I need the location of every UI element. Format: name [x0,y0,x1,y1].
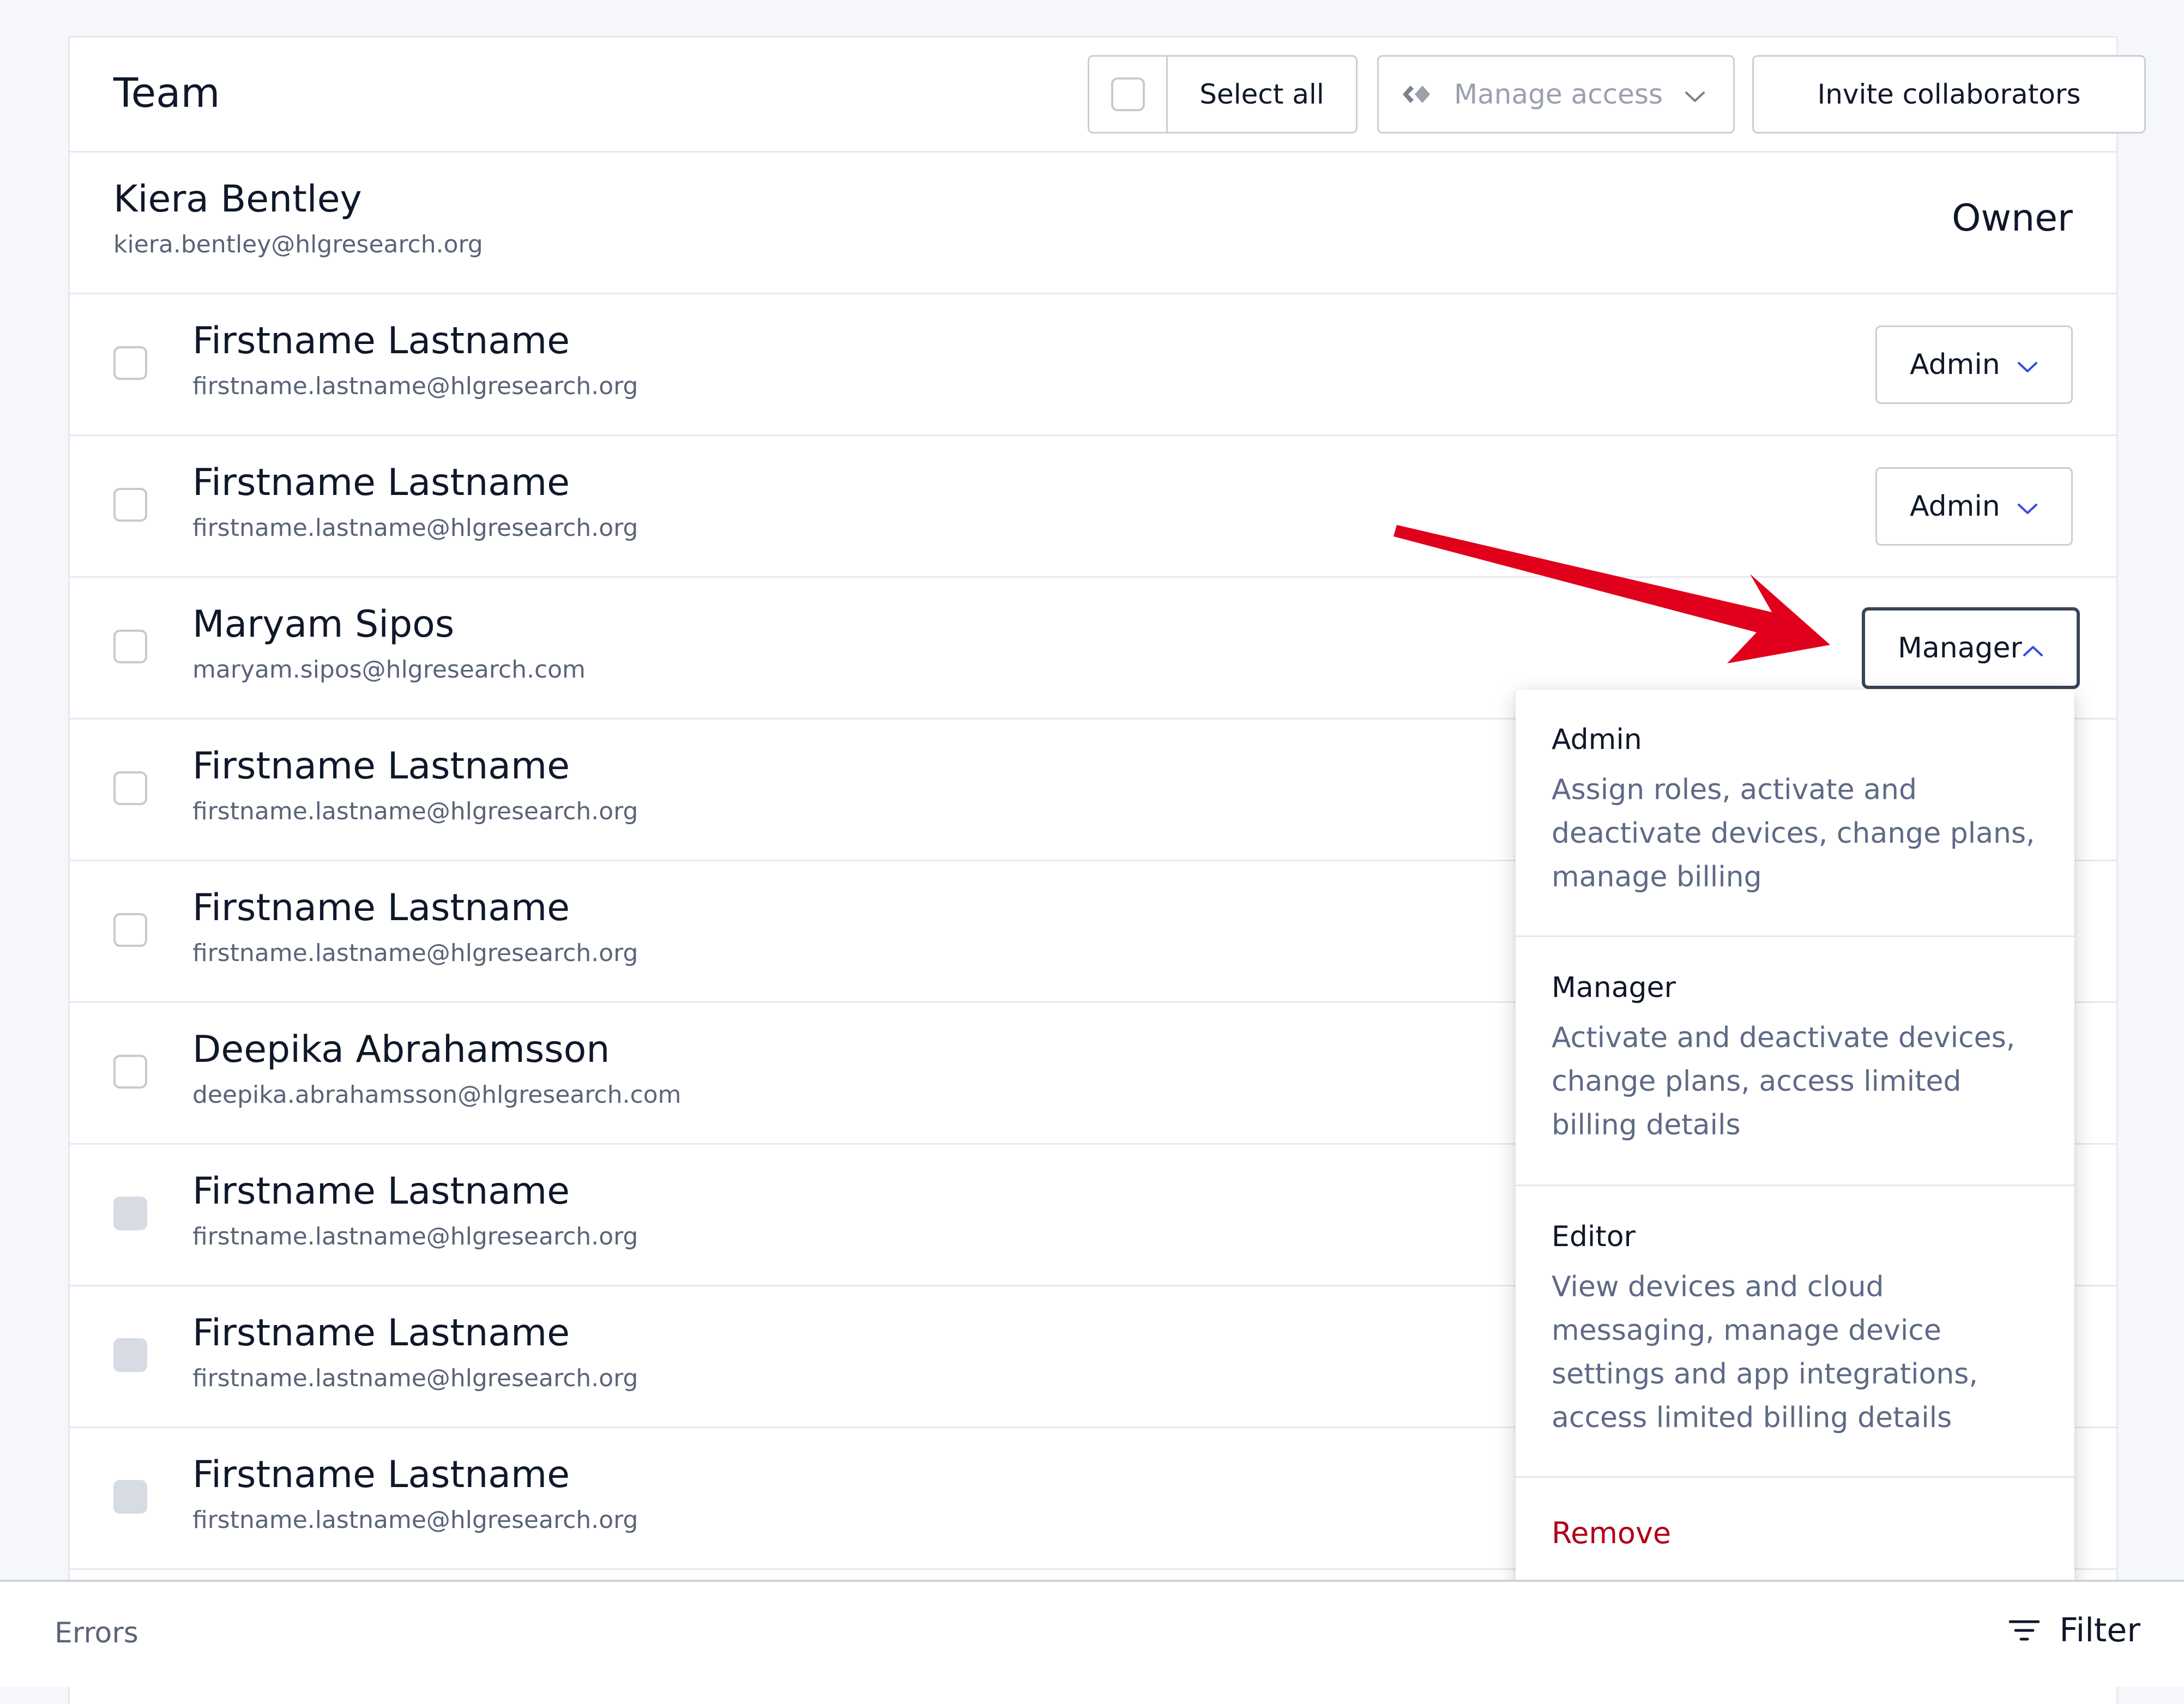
chevron-up-icon [2022,632,2044,664]
role-option-description: Assign roles, activate and deactivate de… [1552,774,2035,893]
member-checkbox[interactable] [113,346,147,380]
member-checkbox[interactable] [113,1055,147,1089]
select-all-checkbox[interactable] [1111,77,1145,111]
role-dropdown-label: Admin [1910,348,2000,381]
member-checkbox-disabled [113,1197,147,1230]
member-email: firstname.lastname@hlgresearch.org [192,514,638,542]
chevron-down-icon [1684,78,1706,110]
member-name: Firstname Lastname [192,1170,570,1213]
select-all-button[interactable]: Select all [1088,55,1358,134]
member-email: firstname.lastname@hlgresearch.org [192,1223,638,1250]
role-menu: Admin Assign roles, activate and deactiv… [1516,690,2074,1598]
chevron-down-icon [2017,348,2038,381]
member-name: Firstname Lastname [192,319,570,362]
role-option-title: Manager [1552,971,1676,1004]
member-checkbox-disabled [113,1480,147,1514]
member-checkbox[interactable] [113,488,147,522]
filter-button[interactable]: Filter [2008,1611,2140,1649]
member-row: Firstname Lastname firstname.lastname@hl… [70,293,2116,436]
team-header: Team Select all Manage access Invite col… [70,38,2146,153]
chevron-down-icon [2017,490,2038,523]
member-checkbox[interactable] [113,630,147,663]
member-name: Firstname Lastname [192,886,570,929]
role-dropdown[interactable]: Admin [1875,325,2073,404]
footer-bar: Errors Filter [0,1580,2184,1687]
invite-collaborators-button[interactable]: Invite collaborators [1752,55,2146,134]
role-option-editor[interactable]: Editor View devices and cloud messaging,… [1516,1185,2074,1478]
select-all-checkbox-cell[interactable] [1089,57,1168,132]
member-email: kiera.bentley@hlgresearch.org [113,231,483,258]
member-email: firstname.lastname@hlgresearch.org [192,797,638,825]
member-checkbox[interactable] [113,771,147,805]
owner-row: Kiera Bentley kiera.bentley@hlgresearch.… [70,151,2116,294]
manage-access-icon [1401,83,1433,105]
role-dropdown-open[interactable]: Manager [1862,607,2080,689]
role-option-title: Admin [1552,723,1642,756]
role-option-title: Editor [1552,1220,1636,1253]
member-email: maryam.sipos@hlgresearch.com [192,656,586,684]
errors-tab[interactable]: Errors [55,1617,138,1649]
role-option-admin[interactable]: Admin Assign roles, activate and deactiv… [1516,690,2074,937]
role-option-description: View devices and cloud messaging, manage… [1552,1271,1978,1434]
member-name: Deepika Abrahamsson [192,1028,610,1071]
select-all-label: Select all [1199,78,1324,110]
member-checkbox-disabled [113,1338,147,1372]
member-email: firstname.lastname@hlgresearch.org [192,939,638,967]
member-checkbox[interactable] [113,913,147,947]
member-name: Firstname Lastname [192,461,570,504]
invite-collaborators-label: Invite collaborators [1817,78,2081,110]
role-dropdown[interactable]: Admin [1875,467,2073,546]
owner-role-label: Owner [1951,197,2073,240]
member-name: Firstname Lastname [192,1312,570,1355]
role-dropdown-label: Admin [1910,490,2000,523]
remove-member-button[interactable]: Remove [1552,1516,1671,1550]
member-email: firstname.lastname@hlgresearch.org [192,1364,638,1392]
filter-label: Filter [2059,1611,2140,1649]
member-name: Maryam Sipos [192,603,455,646]
member-name: Kiera Bentley [113,178,362,221]
filter-icon [2008,1611,2040,1649]
member-email: deepika.abrahamsson@hlgresearch.com [192,1081,681,1109]
member-email: firstname.lastname@hlgresearch.org [192,1506,638,1534]
page-title: Team [113,70,220,117]
manage-access-label: Manage access [1454,78,1663,110]
member-name: Firstname Lastname [192,1453,570,1496]
member-row: Firstname Lastname firstname.lastname@hl… [70,434,2116,578]
member-name: Firstname Lastname [192,745,570,788]
role-option-description: Activate and deactivate devices, change … [1552,1022,2016,1141]
role-option-manager[interactable]: Manager Activate and deactivate devices,… [1516,935,2074,1186]
manage-access-dropdown[interactable]: Manage access [1377,55,1735,134]
member-email: firstname.lastname@hlgresearch.org [192,372,638,400]
role-dropdown-label: Manager [1898,632,2022,664]
